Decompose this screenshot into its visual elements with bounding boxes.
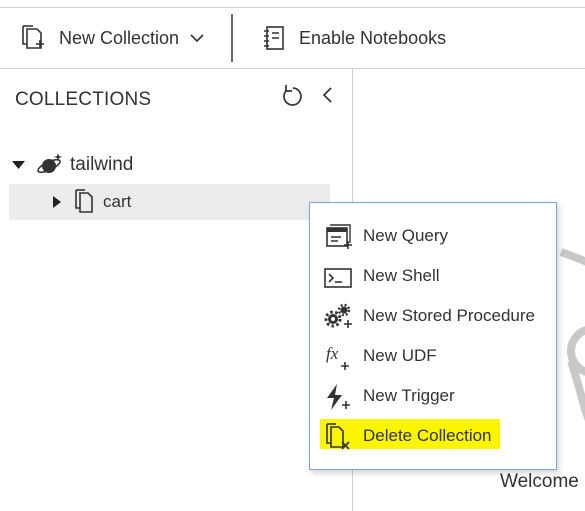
svg-text:fx: fx <box>326 344 339 363</box>
chevron-down-icon <box>188 29 206 47</box>
command-bar: New Collection Enable Notebooks <box>0 8 585 69</box>
collections-pane: COLLECTIONS tailwind cart <box>0 69 353 511</box>
new-collection-button[interactable]: New Collection <box>20 16 206 60</box>
enable-notebooks-button[interactable]: Enable Notebooks <box>262 16 446 60</box>
collection-icon <box>73 189 97 215</box>
menu-item-new-query[interactable]: New Query <box>310 217 556 257</box>
menu-item-label: New UDF <box>363 346 437 365</box>
collection-context-menu: New Query New Shell New Stored Procedure <box>309 202 557 470</box>
expanded-caret-icon[interactable] <box>10 156 28 174</box>
new-collection-label: New Collection <box>59 27 180 48</box>
collapse-pane-icon[interactable] <box>316 83 342 109</box>
window-top-edge <box>0 0 585 8</box>
new-trigger-icon <box>323 383 353 411</box>
menu-item-new-udf[interactable]: fx New UDF <box>310 337 556 377</box>
menu-item-label: New Query <box>363 226 449 245</box>
collapsed-caret-icon[interactable] <box>49 193 65 211</box>
menu-item-label: New Stored Procedure <box>363 306 535 325</box>
collections-title: COLLECTIONS <box>15 89 152 110</box>
tree-collection-cart[interactable]: cart <box>9 184 330 220</box>
refresh-icon[interactable] <box>279 83 305 109</box>
menu-item-label: New Trigger <box>363 386 455 405</box>
new-query-icon <box>323 223 353 251</box>
new-shell-icon <box>323 263 353 291</box>
welcome-text: Welcome <box>500 471 579 492</box>
collection-name: cart <box>103 192 132 211</box>
toolbar-separator <box>231 14 233 62</box>
menu-item-new-trigger[interactable]: New Trigger <box>310 377 556 417</box>
delete-collection-icon <box>323 423 353 451</box>
menu-item-label: New Shell <box>363 266 440 285</box>
new-collection-icon <box>20 24 48 52</box>
new-udf-icon: fx <box>323 343 353 371</box>
database-planet-icon <box>36 151 64 179</box>
enable-notebooks-label: Enable Notebooks <box>299 27 447 48</box>
new-stored-procedure-icon <box>323 303 353 331</box>
menu-item-delete-collection[interactable]: Delete Collection <box>310 417 556 457</box>
tree-database-tailwind[interactable]: tailwind <box>10 150 133 180</box>
database-name: tailwind <box>70 154 134 175</box>
menu-item-new-shell[interactable]: New Shell <box>310 257 556 297</box>
notebook-icon <box>262 24 288 52</box>
menu-item-label: Delete Collection <box>363 426 492 445</box>
menu-item-new-stored-procedure[interactable]: New Stored Procedure <box>310 297 556 337</box>
